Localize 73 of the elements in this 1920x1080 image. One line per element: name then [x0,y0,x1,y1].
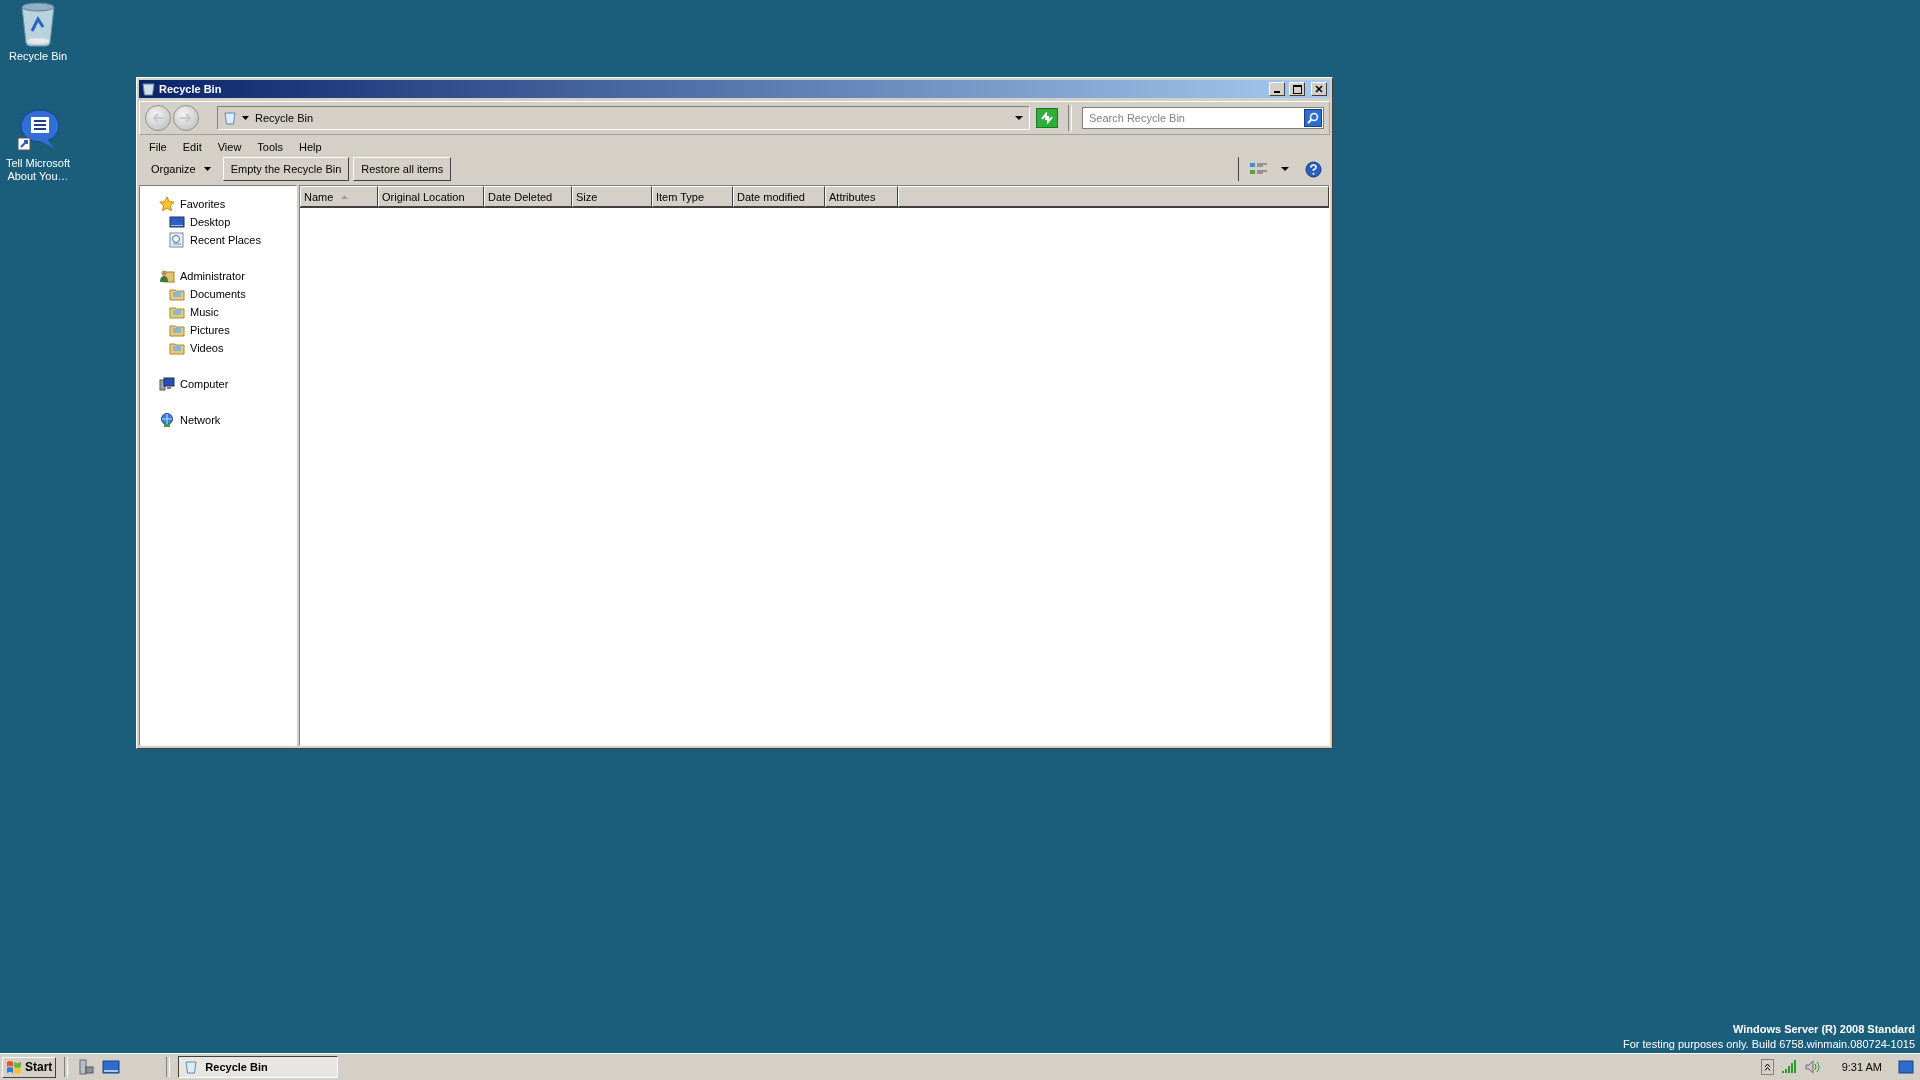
help-icon[interactable] [1303,158,1324,180]
address-field[interactable]: Recycle Bin [217,106,1030,130]
recent-places-icon [169,232,185,248]
column-header[interactable]: Item Type [652,186,733,207]
caret-icon [203,167,211,171]
forward-button[interactable] [173,105,199,131]
chevron-up-icon [1763,1063,1771,1071]
menu-item[interactable]: File [141,140,175,154]
clock[interactable]: 9:31 AM [1841,1061,1882,1073]
column-header[interactable]: Size [572,186,652,207]
os-notice-text: Windows Server (R) 2008 Standard [1732,1022,1915,1037]
close-icon [1315,85,1323,93]
menu-item[interactable]: Help [291,140,330,154]
toolbar-button[interactable]: Restore all items [353,157,452,181]
recycle-bin-icon [224,111,236,125]
desktop-icon [169,214,185,230]
speech-bubble-icon [16,108,60,154]
forward-arrow-icon [179,112,193,124]
server-manager-icon[interactable] [76,1057,97,1077]
desktop-icon-label[interactable]: Recycle Bin [0,50,76,63]
column-header[interactable]: Date Deleted [484,186,572,207]
user-folder-icon [159,268,175,284]
show-desktop-icon[interactable] [100,1058,123,1076]
os-notice-text: For testing purposes only. Build 6758.winmain.080724-1015 [1622,1037,1915,1052]
nav-item[interactable]: Music [166,303,222,321]
minimize-button[interactable] [1269,82,1285,96]
refresh-button[interactable] [1036,108,1058,128]
dropdown-caret-icon[interactable] [1015,116,1023,120]
search-icon [1307,112,1319,124]
window-title: Recycle Bin [159,83,222,95]
dropdown-caret-icon[interactable] [1279,165,1291,173]
menu-item[interactable]: Tools [249,140,292,154]
search-field[interactable]: Search Recycle Bin [1082,107,1324,129]
nav-item[interactable]: Recent Places [166,231,264,249]
computer-icon [159,376,175,392]
star-icon [159,196,175,212]
recycle-bin-icon [142,82,155,96]
column-header[interactable]: Original Location [378,186,484,207]
windows-flag-icon [6,1059,22,1075]
nav-item[interactable]: Documents [166,285,249,303]
toolbar-button[interactable]: Empty the Recycle Bin [222,157,350,181]
nav-item[interactable]: Pictures [166,321,233,339]
start-button[interactable]: Start [2,1056,57,1078]
maximize-icon [1292,84,1302,94]
nav-item[interactable]: Videos [166,339,227,357]
recycle-bin-icon [18,1,58,47]
caret-icon[interactable] [242,116,249,120]
organize-menu[interactable]: Organize [145,161,217,177]
show-hidden-icons-button[interactable] [1760,1059,1774,1075]
close-button[interactable] [1311,82,1327,96]
folder-icon [169,340,185,356]
menu-item[interactable]: Edit [174,140,210,154]
column-header[interactable]: Date modified [733,186,825,207]
refresh-arrows-icon [1040,112,1054,124]
folder-icon [169,286,185,302]
network-icon [159,412,175,428]
nav-item[interactable]: Desktop [166,213,234,231]
desktop-icon-label[interactable]: Tell Microsoft About You… [0,157,76,183]
back-arrow-icon [151,112,165,124]
taskbar-button[interactable]: Recycle Bin [178,1056,339,1078]
recycle-bin-icon [185,1060,198,1074]
column-header[interactable]: Attributes [825,186,898,207]
nav-item[interactable]: Administrator [156,267,248,285]
folder-icon [169,322,185,338]
nav-item[interactable]: Computer [156,375,232,393]
nav-item[interactable]: Network [156,411,224,429]
maximize-button[interactable] [1289,82,1305,96]
volume-icon[interactable] [1803,1059,1822,1075]
column-header[interactable]: Name [300,186,378,207]
nav-item[interactable]: Favorites [156,195,229,213]
menu-item[interactable]: View [209,140,250,154]
search-button[interactable] [1304,109,1322,127]
folder-icon [169,304,185,320]
